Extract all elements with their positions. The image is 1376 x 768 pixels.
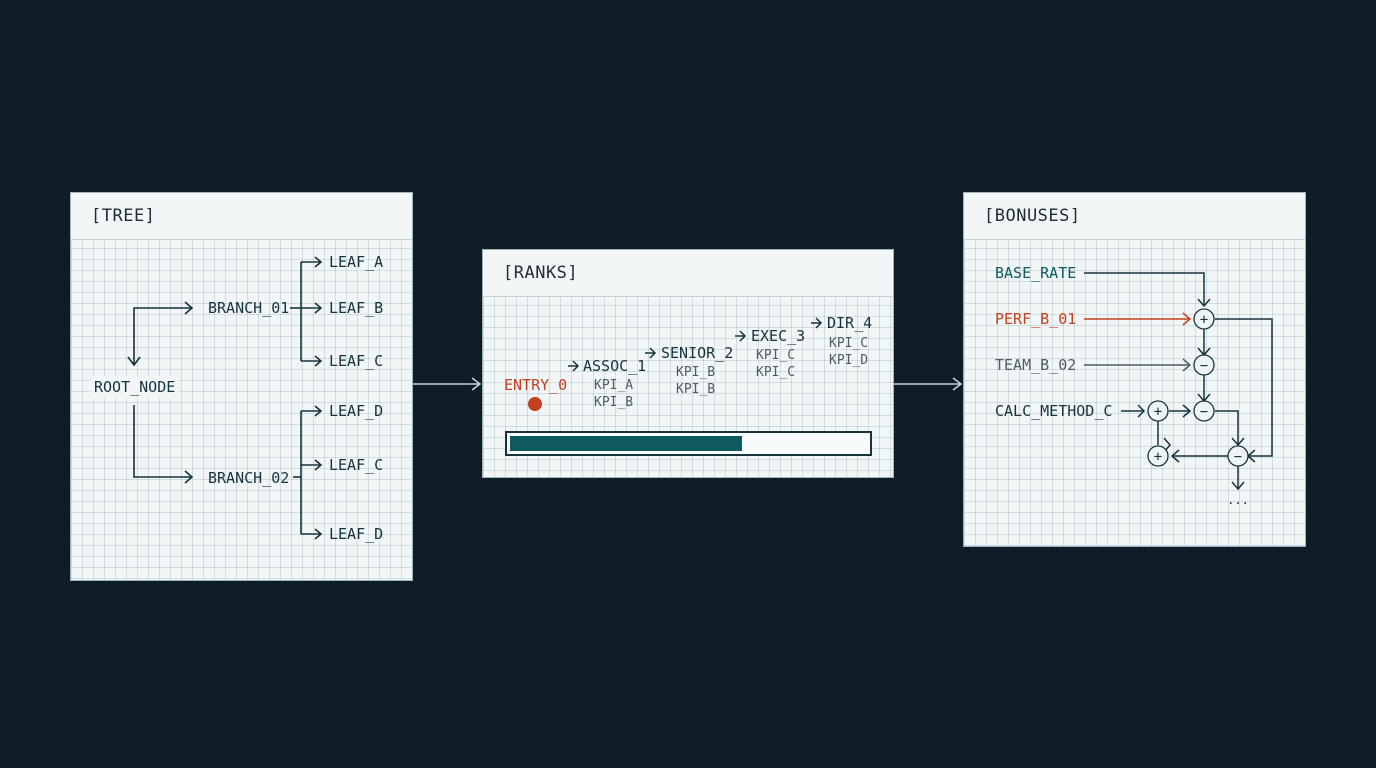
rank-kpi: KPI_B bbox=[594, 395, 633, 410]
tree-leaf: LEAF_C bbox=[329, 352, 383, 370]
entry-marker-icon bbox=[528, 397, 542, 411]
operator-symbol: + bbox=[1154, 449, 1162, 465]
rank-step-label: ASSOC_1 bbox=[583, 357, 646, 375]
bonus-input-label: PERF_B_01 bbox=[995, 310, 1076, 328]
rank-kpi: KPI_D bbox=[829, 353, 868, 368]
bonus-formula-diagram: BASE_RATE PERF_B_01 TEAM_B_02 CALC_METHO… bbox=[995, 264, 1273, 507]
tree-panel: [TREE] ROOT_NODE BRANCH_01 BRANCH_02 LEA… bbox=[70, 192, 413, 581]
tree-leaf: LEAF_B bbox=[329, 299, 383, 317]
rank-step-label: EXEC_3 bbox=[751, 327, 805, 345]
ranks-panel: [RANKS] ENTRY_0 ASSOC_1 KPI_A KPI_B SENI… bbox=[482, 249, 894, 478]
rank-kpi: KPI_C bbox=[756, 348, 795, 363]
rank-kpi: KPI_B bbox=[676, 382, 715, 397]
operator-symbol: − bbox=[1200, 404, 1208, 420]
operator-symbol: − bbox=[1234, 449, 1242, 465]
tree-leaf: LEAF_D bbox=[329, 402, 383, 420]
rank-kpi: KPI_C bbox=[756, 365, 795, 380]
bonuses-panel: [BONUSES] BASE_RATE PERF_B_01 TEAM_B_02 … bbox=[963, 192, 1306, 547]
bonus-input-label: CALC_METHOD_C bbox=[995, 402, 1112, 420]
continuation-ellipsis: ... bbox=[1227, 493, 1249, 507]
ranks-diagram: ENTRY_0 ASSOC_1 KPI_A KPI_B SENIOR_2 KPI… bbox=[504, 314, 872, 456]
operator-symbol: − bbox=[1200, 358, 1208, 374]
rank-kpi: KPI_B bbox=[676, 365, 715, 380]
rank-step-label: SENIOR_2 bbox=[661, 344, 733, 362]
tree-root-node: ROOT_NODE bbox=[94, 378, 175, 396]
rank-step-label: DIR_4 bbox=[827, 314, 872, 332]
rank-progress-fill bbox=[510, 436, 742, 451]
tree-leaf: LEAF_C bbox=[329, 456, 383, 474]
rank-entry-label: ENTRY_0 bbox=[504, 376, 567, 394]
bonus-input-label: TEAM_B_02 bbox=[995, 356, 1076, 374]
tree-leaf: LEAF_D bbox=[329, 525, 383, 543]
operator-symbol: + bbox=[1200, 312, 1208, 328]
tree-branch-02: BRANCH_02 bbox=[208, 469, 289, 487]
rank-kpi: KPI_C bbox=[829, 336, 868, 351]
tree-branch-01: BRANCH_01 bbox=[208, 299, 289, 317]
tree-leaf: LEAF_A bbox=[329, 253, 383, 271]
rank-kpi: KPI_A bbox=[594, 378, 633, 393]
operator-symbol: + bbox=[1154, 404, 1162, 420]
bonus-input-label: BASE_RATE bbox=[995, 264, 1076, 282]
tree-diagram: ROOT_NODE BRANCH_01 BRANCH_02 LEAF_A LEA… bbox=[91, 253, 383, 543]
